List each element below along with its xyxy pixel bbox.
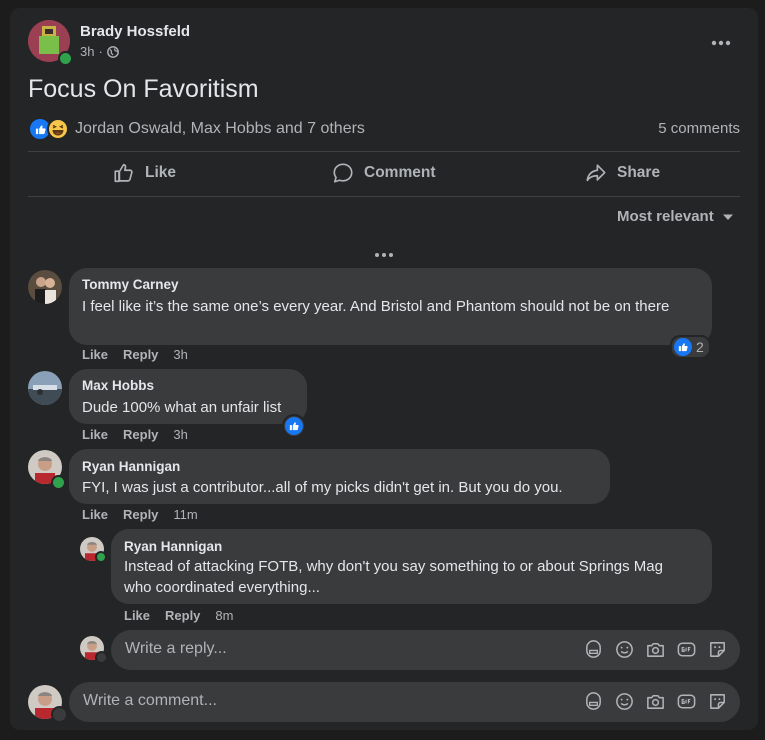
sticker-icon[interactable] [707, 639, 728, 665]
online-indicator [51, 475, 66, 490]
reply-input[interactable]: Write a reply... [111, 630, 740, 670]
thumbs-up-icon [113, 162, 135, 184]
sticker-icon[interactable] [707, 691, 728, 717]
emoji-icon[interactable] [614, 691, 635, 717]
camera-icon[interactable] [645, 639, 666, 665]
comment-reply-button[interactable]: Reply [123, 347, 158, 362]
comment-input-placeholder: Write a comment... [83, 692, 217, 709]
reply-input-placeholder: Write a reply... [125, 640, 227, 657]
author-name[interactable]: Brady Hossfeld [80, 23, 190, 40]
gif-icon[interactable] [676, 691, 697, 717]
comment-icon [332, 162, 354, 184]
share-label: Share [617, 164, 661, 181]
haha-reaction-icon [47, 118, 69, 140]
load-more-icon[interactable] [374, 245, 394, 263]
comment-like-button[interactable]: Like [82, 347, 108, 362]
comment-reply-button[interactable]: Reply [123, 427, 158, 442]
comment-time[interactable]: 3h [173, 427, 187, 442]
globe-icon [106, 45, 119, 58]
reaction-count: 2 [696, 339, 704, 355]
post-title: Focus On Favoritism [28, 75, 259, 103]
comment-like-button[interactable]: Like [82, 507, 108, 522]
chevron-down-icon[interactable] [51, 706, 68, 723]
comment-reply-button[interactable]: Reply [123, 507, 158, 522]
reply-bubble: Ryan Hannigan Instead of attacking FOTB,… [111, 529, 712, 604]
chevron-down-icon[interactable] [95, 651, 108, 664]
emoji-icon[interactable] [614, 639, 635, 665]
comment-reactions[interactable]: 2 [670, 335, 711, 359]
comment-bubble: Ryan Hannigan FYI, I was just a contribu… [69, 449, 610, 504]
caret-down-icon [722, 213, 734, 221]
sort-label: Most relevant [617, 208, 714, 225]
comment-author[interactable]: Ryan Hannigan [82, 459, 180, 474]
reply-reply-button[interactable]: Reply [165, 608, 200, 623]
camera-icon[interactable] [645, 691, 666, 717]
like-button[interactable]: Like [113, 162, 176, 184]
reply-text: Instead of attacking FOTB, why don't you… [124, 558, 663, 596]
avatar[interactable] [28, 371, 62, 405]
comment-input-tools [583, 691, 728, 717]
reply-like-button[interactable]: Like [124, 608, 150, 623]
comment-actions: Like Reply 3h [82, 427, 188, 442]
comment-author[interactable]: Tommy Carney [82, 277, 179, 292]
post-meta: 3h · [80, 44, 119, 59]
meta-separator: · [98, 44, 103, 59]
reply-input-tools [583, 639, 728, 665]
comment-text: I feel like it’s the same one’s every ye… [82, 298, 670, 315]
reply-author[interactable]: Ryan Hannigan [124, 539, 222, 554]
sort-dropdown[interactable]: Most relevant [617, 208, 734, 225]
comment-input[interactable]: Write a comment... [69, 682, 740, 722]
comment-bubble: Tommy Carney I feel like it’s the same o… [69, 268, 712, 345]
comment-reactions[interactable] [282, 414, 306, 438]
comment-button[interactable]: Comment [332, 162, 435, 184]
like-reaction-icon [285, 417, 303, 435]
online-indicator [58, 51, 73, 66]
comment-text: FYI, I was just a contributor...all of m… [82, 479, 563, 496]
like-label: Like [145, 164, 177, 181]
comment-like-button[interactable]: Like [82, 427, 108, 442]
share-button[interactable]: Share [585, 162, 660, 184]
divider-bottom [28, 196, 740, 197]
reply-time[interactable]: 8m [215, 608, 233, 623]
online-indicator [95, 551, 107, 563]
divider-top [28, 151, 740, 152]
gif-icon[interactable] [676, 639, 697, 665]
comment-time[interactable]: 3h [173, 347, 187, 362]
comment-text: Dude 100% what an unfair list [82, 399, 282, 416]
avatar-sticker-icon[interactable] [583, 691, 604, 717]
comment-time[interactable]: 11m [173, 507, 197, 522]
avatar[interactable] [28, 270, 62, 304]
comment-author[interactable]: Max Hobbs [82, 378, 154, 393]
reactions-text: Jordan Oswald, Max Hobbs and 7 others [75, 120, 365, 137]
reactions-summary[interactable]: Jordan Oswald, Max Hobbs and 7 others [28, 117, 365, 141]
comment-actions: Like Reply 3h [82, 347, 188, 362]
comment-actions: Like Reply 11m [82, 507, 198, 522]
share-icon [585, 162, 607, 184]
comment-label: Comment [364, 164, 436, 181]
more-icon[interactable] [710, 34, 732, 52]
avatar-sticker-icon[interactable] [583, 639, 604, 665]
reply-actions: Like Reply 8m [124, 608, 233, 623]
comment-bubble: Max Hobbs Dude 100% what an unfair list [69, 369, 307, 424]
comments-count[interactable]: 5 comments [658, 120, 740, 137]
post-card: Brady Hossfeld 3h · Focus On Favoritism … [10, 8, 758, 730]
post-time[interactable]: 3h [80, 44, 94, 59]
like-reaction-icon [674, 338, 692, 356]
